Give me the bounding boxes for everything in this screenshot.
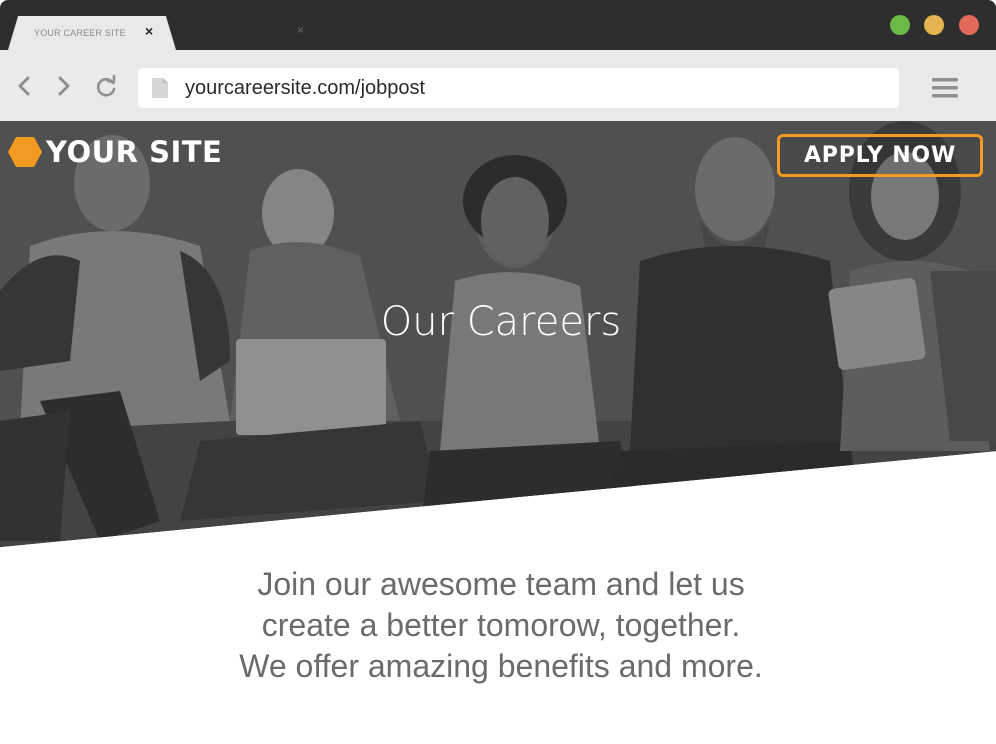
reload-icon[interactable] xyxy=(95,75,117,97)
brand-name: YOUR SITE xyxy=(46,135,223,169)
tab-title: YOUR CAREER SITE xyxy=(34,28,126,38)
back-icon[interactable] xyxy=(14,75,36,97)
hero-banner: YOUR SITE APPLY NOW Our Careers xyxy=(0,121,996,547)
minimize-button[interactable] xyxy=(924,15,944,35)
title-bar: YOUR CAREER SITE × × xyxy=(0,0,996,50)
apply-now-button[interactable]: APPLY NOW xyxy=(777,134,983,177)
menu-icon[interactable] xyxy=(932,77,958,99)
intro-line: Join our awesome team and let us xyxy=(257,566,745,602)
intro-line: create a better tomorow, together. xyxy=(261,607,741,643)
tab-close-icon[interactable]: × xyxy=(145,24,153,38)
forward-icon[interactable] xyxy=(52,75,74,97)
browser-toolbar: yourcareersite.com/jobpost xyxy=(0,50,996,121)
intro-text: Join our awesome team and let us create … xyxy=(0,564,996,687)
address-bar[interactable]: yourcareersite.com/jobpost xyxy=(138,68,899,108)
hero-title: Our Careers xyxy=(380,299,622,345)
intro-line: We offer amazing benefits and more. xyxy=(239,648,763,684)
close-window-button[interactable] xyxy=(959,15,979,35)
browser-window: YOUR CAREER SITE × × yourcareersite.com/… xyxy=(0,0,996,744)
hexagon-logo-icon xyxy=(8,137,42,167)
url-text[interactable]: yourcareersite.com/jobpost xyxy=(185,77,425,99)
maximize-button[interactable] xyxy=(890,15,910,35)
site-logo[interactable]: YOUR SITE xyxy=(8,135,222,169)
page-icon xyxy=(151,77,169,99)
inactive-tab-close-icon[interactable]: × xyxy=(297,24,304,36)
browser-tab[interactable]: YOUR CAREER SITE × xyxy=(8,16,176,50)
